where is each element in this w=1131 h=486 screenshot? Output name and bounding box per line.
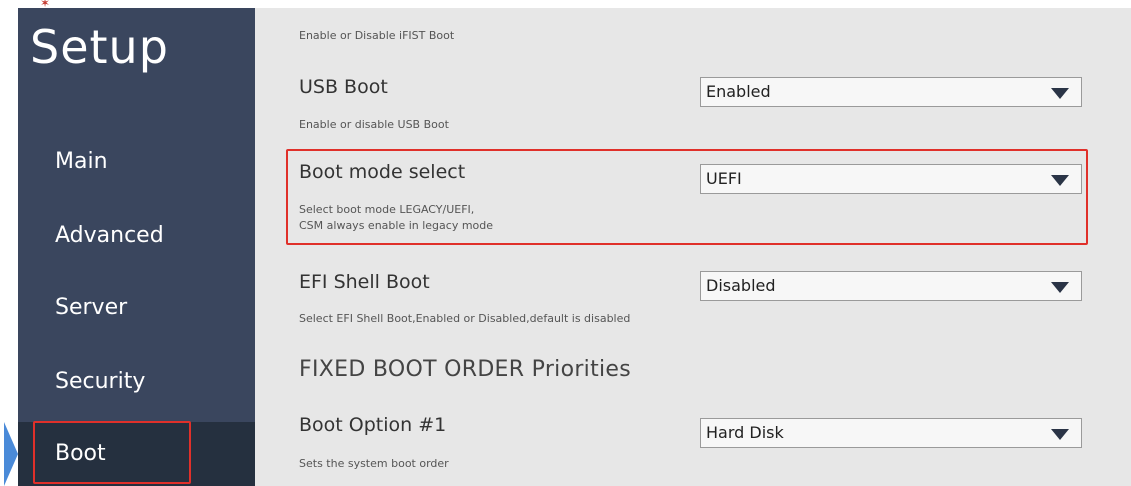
bios-setup-screen: ✶ Setup Main Advanced Server Security Bo… xyxy=(0,0,1131,486)
top-strip xyxy=(0,0,1131,8)
nav-boot-highlight xyxy=(33,421,191,484)
triangle-down-icon xyxy=(1051,88,1069,99)
boot-option-1-help: Sets the system boot order xyxy=(299,457,449,470)
nav-item-server[interactable]: Server xyxy=(55,294,127,322)
active-pointer-icon xyxy=(4,422,18,486)
boot-option-1-value: Hard Disk xyxy=(706,423,784,442)
app-title: Setup xyxy=(30,20,169,74)
boot-option-1-label: Boot Option #1 xyxy=(299,414,447,436)
efi-shell-boot-label: EFI Shell Boot xyxy=(299,271,430,293)
triangle-down-icon xyxy=(1051,429,1069,440)
boot-option-1-select[interactable]: Hard Disk xyxy=(700,418,1082,448)
triangle-down-icon xyxy=(1051,282,1069,293)
usb-boot-value: Enabled xyxy=(706,82,771,101)
nav-item-advanced[interactable]: Advanced xyxy=(55,222,164,250)
fixed-boot-order-heading: FIXED BOOT ORDER Priorities xyxy=(299,357,632,382)
usb-boot-label: USB Boot xyxy=(299,76,388,98)
usb-boot-select[interactable]: Enabled xyxy=(700,77,1082,107)
efi-shell-boot-select[interactable]: Disabled xyxy=(700,271,1082,301)
nav-item-main[interactable]: Main xyxy=(55,148,108,176)
efi-shell-boot-help: Select EFI Shell Boot,Enabled or Disable… xyxy=(299,312,631,325)
boot-mode-highlight xyxy=(286,149,1088,245)
ifist-boot-help: Enable or Disable iFIST Boot xyxy=(299,29,455,42)
nav-item-security[interactable]: Security xyxy=(55,368,145,396)
efi-shell-boot-value: Disabled xyxy=(706,276,776,295)
usb-boot-help: Enable or disable USB Boot xyxy=(299,118,449,131)
